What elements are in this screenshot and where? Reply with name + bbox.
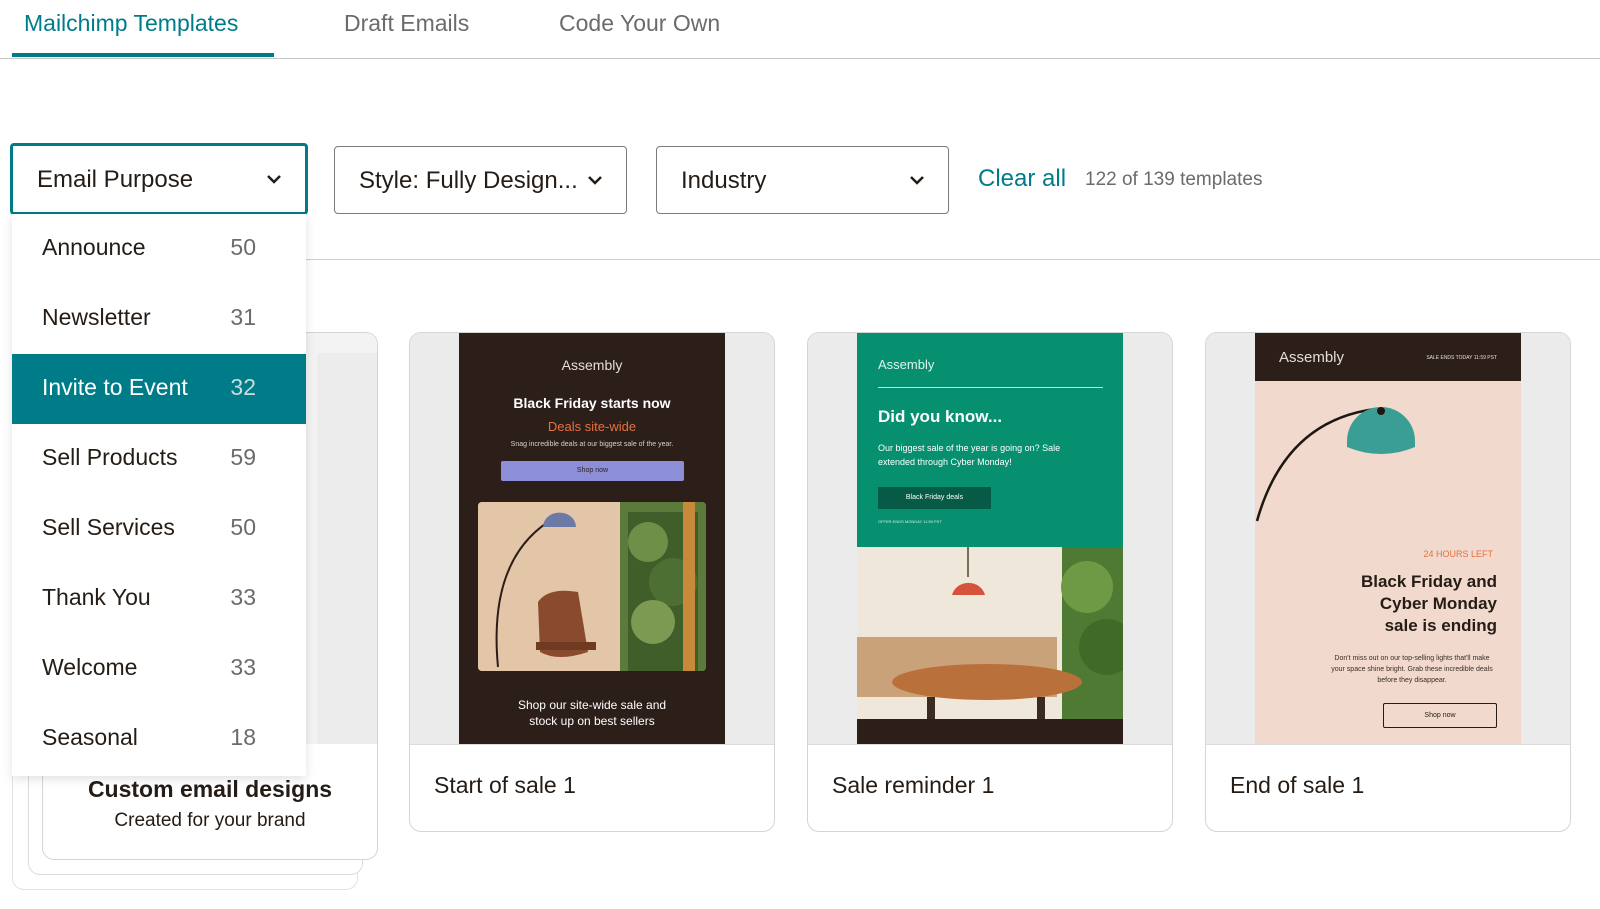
template-count: 122 of 139 templates: [1085, 169, 1263, 190]
email-tagline: Snag incredible deals at our biggest sal…: [510, 441, 674, 448]
card-separator: [410, 744, 774, 745]
email-headline: Black Friday starts now: [513, 395, 671, 411]
pendant-lamp-table-image: [857, 547, 1123, 731]
dropdown-item-count: 50: [230, 514, 256, 540]
dropdown-item-label: Sell Services: [42, 514, 175, 540]
dropdown-item-count: 50: [230, 234, 256, 260]
template-card-start-of-sale[interactable]: Assembly Black Friday starts now Deals s…: [409, 332, 775, 832]
dropdown-item-sell-services[interactable]: Sell Services 50: [12, 494, 306, 564]
card-title: End of sale 1: [1230, 772, 1365, 798]
email-footer-line2: stock up on best sellers: [529, 714, 655, 728]
dropdown-item-invite-to-event[interactable]: Invite to Event 32: [12, 354, 306, 424]
dropdown-item-count: 33: [230, 584, 256, 610]
dropdown-item-announce[interactable]: Announce 50: [12, 214, 306, 284]
chevron-down-icon: [588, 176, 602, 185]
lamp-chair-image: [478, 502, 706, 671]
email-purpose-dropdown: Announce 50 Newsletter 31 Invite to Even…: [12, 214, 306, 776]
template-card-sale-reminder[interactable]: Assembly Did you know... Our biggest sal…: [807, 332, 1173, 832]
dropdown-item-label: Sell Products: [42, 444, 178, 470]
arc-lamp-image: [1255, 407, 1415, 522]
email-headline-line3: sale is ending: [1384, 616, 1497, 635]
email-preview: Assembly Did you know... Our biggest sal…: [857, 333, 1123, 744]
email-footer: Shop our site-wide sale and stock up on …: [459, 697, 725, 729]
filter-divider: [305, 259, 1600, 260]
tab-mailchimp-templates[interactable]: Mailchimp Templates: [24, 10, 238, 58]
email-purpose-label: Email Purpose: [37, 166, 194, 193]
dropdown-item-label: Newsletter: [42, 304, 151, 330]
tab-draft-emails[interactable]: Draft Emails: [344, 10, 469, 58]
dropdown-item-label: Announce: [42, 234, 146, 260]
email-preview: Assembly SALE ENDS TODAY 11:59 PST 24 HO…: [1255, 333, 1521, 744]
chevron-down-icon: [267, 175, 281, 184]
email-headline-line2: Cyber Monday: [1379, 594, 1497, 613]
email-brand: Assembly: [561, 357, 623, 373]
email-headline-line1: Black Friday and: [1360, 572, 1497, 591]
template-card-end-of-sale[interactable]: Assembly SALE ENDS TODAY 11:59 PST 24 HO…: [1205, 332, 1571, 832]
email-preview: Assembly Black Friday starts now Deals s…: [459, 333, 725, 744]
custom-designs-subtitle: Created for your brand: [114, 810, 306, 831]
dropdown-item-count: 31: [230, 304, 256, 330]
dropdown-item-count: 32: [230, 374, 256, 400]
email-headline: Did you know...: [878, 407, 1003, 426]
dropdown-item-newsletter[interactable]: Newsletter 31: [12, 284, 306, 354]
clear-all-link[interactable]: Clear all: [978, 165, 1066, 193]
industry-select[interactable]: Industry: [656, 146, 949, 214]
email-deals-button: Black Friday deals: [878, 487, 991, 509]
dropdown-item-label: Thank You: [42, 584, 151, 610]
industry-label: Industry: [681, 167, 767, 194]
style-label: Style: Fully Design...: [359, 167, 578, 194]
email-brand: Assembly: [1279, 349, 1345, 366]
dropdown-item-count: 18: [230, 724, 256, 750]
email-body: Our biggest sale of the year is going on…: [878, 443, 1061, 467]
email-brand: Assembly: [878, 357, 935, 372]
email-purpose-select[interactable]: Email Purpose: [10, 143, 308, 215]
dropdown-item-count: 33: [230, 654, 256, 680]
dropdown-item-label: Welcome: [42, 654, 138, 680]
dropdown-item-sell-products[interactable]: Sell Products 59: [12, 424, 306, 494]
email-sale-ends-note: SALE ENDS TODAY 11:59 PST: [1426, 355, 1497, 361]
email-subhead: Deals site-wide: [547, 419, 637, 434]
custom-designs-title: Custom email designs: [87, 776, 333, 802]
email-footer-line1: Shop our site-wide sale and: [517, 698, 667, 712]
email-hours-left: 24 HOURS LEFT: [1423, 549, 1493, 559]
card-separator: [1206, 744, 1570, 745]
dropdown-item-label: Seasonal: [42, 724, 138, 750]
email-shop-button: Shop now: [501, 461, 684, 481]
tab-code-your-own[interactable]: Code Your Own: [559, 10, 720, 58]
template-tabs: Mailchimp Templates Draft Emails Code Yo…: [0, 0, 1600, 59]
card-title: Sale reminder 1: [832, 772, 995, 798]
email-offer-note: OFFER ENDS MONDAY 11:59 PST: [878, 519, 942, 524]
dropdown-item-welcome[interactable]: Welcome 33: [12, 634, 306, 704]
card-separator: [808, 744, 1172, 745]
dropdown-item-thank-you[interactable]: Thank You 33: [12, 564, 306, 634]
email-top-bar: Assembly SALE ENDS TODAY 11:59 PST: [1255, 333, 1521, 381]
dropdown-item-seasonal[interactable]: Seasonal 18: [12, 704, 306, 774]
dropdown-item-label: Invite to Event: [42, 374, 188, 400]
email-body: Don't miss out on our top-selling lights…: [1331, 655, 1493, 684]
email-green-header: Assembly Did you know... Our biggest sal…: [857, 333, 1123, 547]
style-select[interactable]: Style: Fully Design...: [334, 146, 627, 214]
email-shop-button: Shop now: [1383, 703, 1497, 728]
card-title: Start of sale 1: [434, 772, 576, 798]
chevron-down-icon: [910, 176, 924, 185]
email-rule: [878, 387, 1103, 388]
active-tab-indicator: [12, 53, 274, 57]
email-headline: Black Friday and Cyber Monday sale is en…: [1337, 571, 1497, 637]
dropdown-item-count: 59: [230, 444, 256, 470]
